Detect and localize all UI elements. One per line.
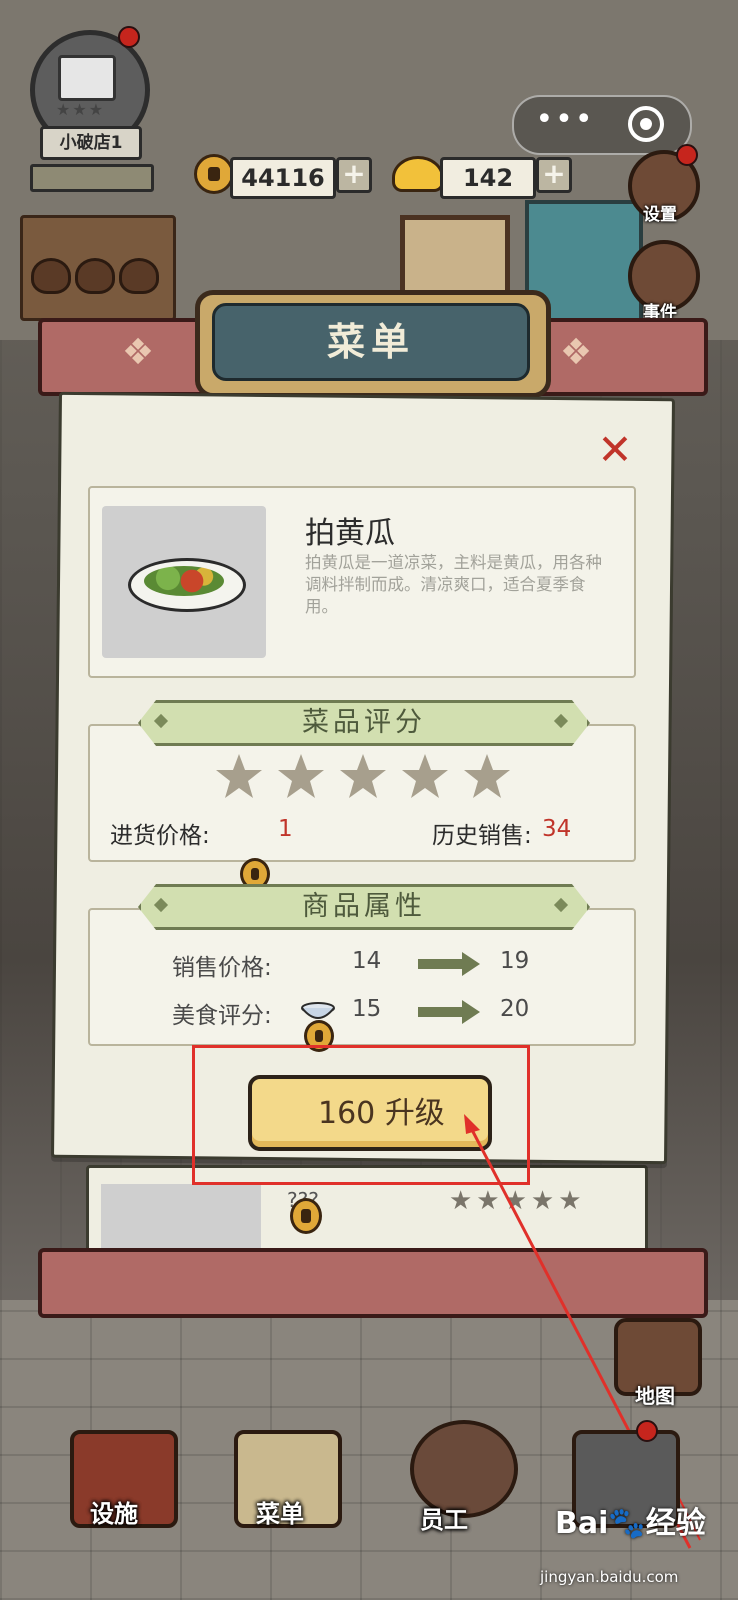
notification-dot-icon: [636, 1420, 658, 1442]
map-label: 地图: [635, 1384, 675, 1408]
baidu-watermark: Bai🐾经验: [555, 1498, 706, 1542]
paw-icon: 🐾: [608, 1506, 646, 1541]
nav-facilities[interactable]: 设施: [90, 1494, 138, 1529]
watermark-brand-right: 经验: [645, 1506, 706, 1541]
watermark-brand-left: Bai: [555, 1506, 609, 1541]
watermark-url: jingyan.baidu.com: [540, 1568, 679, 1586]
nav-staff[interactable]: 员工: [420, 1500, 468, 1535]
nav-menu[interactable]: 菜单: [256, 1494, 304, 1529]
